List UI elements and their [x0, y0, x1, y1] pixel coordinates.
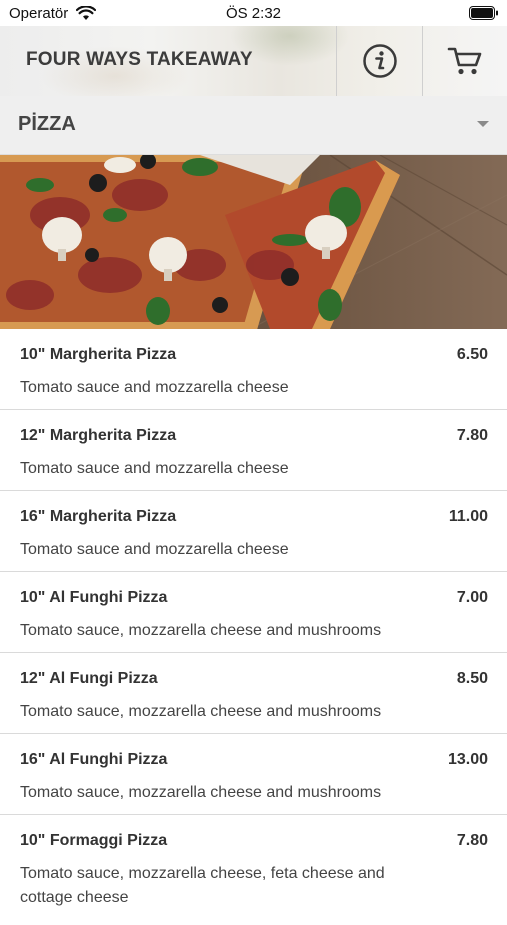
item-name: 10" Formaggi Pizza: [20, 832, 168, 849]
item-name: 12" Al Fungi Pizza: [20, 670, 158, 687]
menu-item[interactable]: 10" Margherita Pizza 6.50 Tomato sauce a…: [0, 329, 507, 410]
item-description: Tomato sauce and mozzarella cheese: [20, 541, 289, 558]
info-icon: [362, 44, 397, 78]
status-time: ÖS 2:32: [225, 5, 282, 22]
item-name: 10" Al Funghi Pizza: [20, 589, 168, 606]
cart-icon: [447, 47, 482, 75]
app-title: FOUR WAYS TAKEAWAY: [26, 49, 253, 70]
app-header: FOUR WAYS TAKEAWAY: [0, 26, 507, 96]
category-banner-image: [0, 155, 507, 329]
item-price: 6.50: [456, 346, 488, 363]
menu-item[interactable]: 16" Margherita Pizza 11.00 Tomato sauce …: [0, 491, 507, 572]
menu-item[interactable]: 12" Al Fungi Pizza 8.50 Tomato sauce, mo…: [0, 653, 507, 734]
status-bar: Operatör ÖS 2:32: [0, 0, 507, 26]
battery-icon: [469, 6, 498, 20]
item-price: 13.00: [447, 751, 488, 768]
menu-item[interactable]: 16" Al Funghi Pizza 13.00 Tomato sauce, …: [0, 734, 507, 815]
item-price: 7.00: [456, 589, 488, 606]
item-price: 7.80: [456, 832, 488, 849]
item-name: 10" Margherita Pizza: [20, 346, 177, 363]
item-name: 16" Margherita Pizza: [20, 508, 177, 525]
pizza-photo: [0, 155, 507, 329]
menu-list: 10" Margherita Pizza 6.50 Tomato sauce a…: [0, 329, 507, 925]
menu-item[interactable]: 10" Al Funghi Pizza 7.00 Tomato sauce, m…: [0, 572, 507, 653]
item-description: Tomato sauce and mozzarella cheese: [20, 460, 289, 477]
item-name: 16" Al Funghi Pizza: [20, 751, 168, 768]
cart-button[interactable]: [423, 26, 507, 96]
item-description: Tomato sauce, mozzarella cheese and mush…: [20, 622, 382, 639]
item-price: 11.00: [448, 508, 488, 525]
chevron-down-icon: [477, 121, 489, 127]
info-button[interactable]: [337, 26, 422, 96]
menu-item[interactable]: 12" Margherita Pizza 7.80 Tomato sauce a…: [0, 410, 507, 491]
item-name: 12" Margherita Pizza: [20, 427, 177, 444]
menu-item[interactable]: 10" Formaggi Pizza 7.80 Tomato sauce, mo…: [0, 815, 507, 925]
category-selector[interactable]: PİZZA: [0, 96, 507, 155]
category-label: PİZZA: [18, 113, 76, 135]
item-description: Tomato sauce and mozzarella cheese: [20, 379, 289, 396]
item-price: 8.50: [456, 670, 488, 687]
item-price: 7.80: [456, 427, 488, 444]
item-description: Tomato sauce, mozzarella cheese, feta ch…: [20, 865, 385, 906]
item-description: Tomato sauce, mozzarella cheese and mush…: [20, 784, 382, 801]
item-description: Tomato sauce, mozzarella cheese and mush…: [20, 703, 382, 720]
